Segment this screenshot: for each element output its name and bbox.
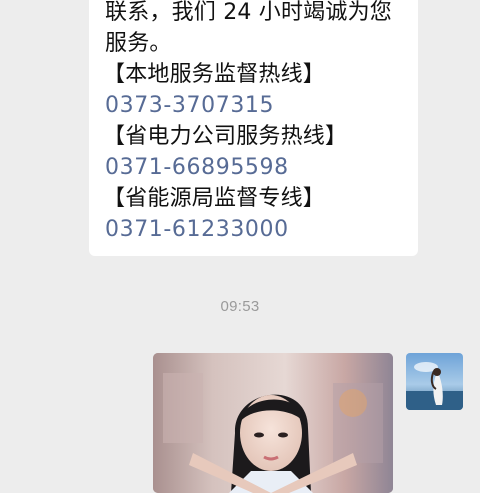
received-message-bubble[interactable]: 联系，我们 24 小时竭诚为您 服务。 【本地服务监督热线】 0373-3707…	[89, 0, 418, 256]
hotline-heading-local: 【本地服务监督热线】	[103, 62, 326, 87]
hotline-heading-energy-bureau: 【省能源局监督专线】	[103, 186, 326, 211]
sent-image-message[interactable]	[153, 353, 393, 493]
image-thumbnail-icon	[153, 353, 393, 493]
phone-link-power-company[interactable]: 0371-66895598	[105, 152, 289, 183]
phone-link-local[interactable]: 0373-3707315	[105, 90, 274, 121]
chat-area[interactable]: 联系，我们 24 小时竭诚为您 服务。 【本地服务监督热线】 0373-3707…	[0, 0, 480, 493]
user-avatar[interactable]	[406, 353, 463, 410]
message-timestamp: 09:53	[220, 298, 260, 315]
phone-link-energy-bureau[interactable]: 0371-61233000	[105, 214, 289, 245]
message-text-line: 服务。	[105, 31, 172, 56]
message-text-line: 联系，我们 24 小时竭诚为您	[105, 0, 392, 25]
hotline-heading-power-company: 【省电力公司服务热线】	[103, 124, 348, 149]
avatar-photo-icon	[406, 353, 463, 410]
